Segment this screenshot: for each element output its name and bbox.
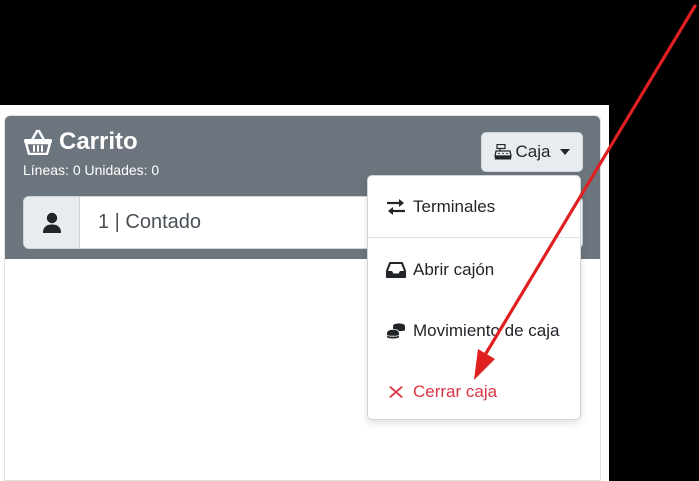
cart-title: Carrito bbox=[59, 128, 138, 155]
menu-item-label: Cerrar caja bbox=[413, 382, 498, 401]
menu-item-cerrar-caja[interactable]: Cerrar caja bbox=[368, 374, 580, 410]
exchange-icon bbox=[387, 199, 405, 215]
menu-item-movimiento-de-caja[interactable]: Movimiento de caja bbox=[368, 313, 580, 349]
caja-dropdown-menu: Terminales Abrir cajón Movimiento de caj… bbox=[367, 175, 581, 420]
close-icon bbox=[389, 386, 403, 398]
caja-dropdown-button[interactable]: Caja bbox=[481, 132, 583, 172]
menu-item-label: Terminales bbox=[413, 197, 496, 216]
caret-down-icon bbox=[560, 149, 571, 155]
cart-summary: Líneas: 0 Unidades: 0 bbox=[23, 162, 160, 178]
menu-item-abrir-cajon[interactable]: Abrir cajón bbox=[368, 252, 580, 288]
caja-button-label: Caja bbox=[515, 142, 551, 161]
user-addon bbox=[24, 197, 80, 248]
menu-item-label: Movimiento de caja bbox=[413, 321, 560, 340]
cash-register-icon bbox=[493, 144, 512, 160]
menu-divider bbox=[368, 237, 580, 238]
menu-item-label: Abrir cajón bbox=[413, 260, 495, 279]
menu-item-terminales[interactable]: Terminales bbox=[368, 190, 580, 224]
user-icon bbox=[42, 212, 61, 233]
cart-title-row: Carrito bbox=[23, 128, 138, 156]
basket-icon bbox=[24, 129, 52, 155]
coins-icon bbox=[386, 323, 405, 339]
inbox-icon bbox=[386, 262, 406, 278]
